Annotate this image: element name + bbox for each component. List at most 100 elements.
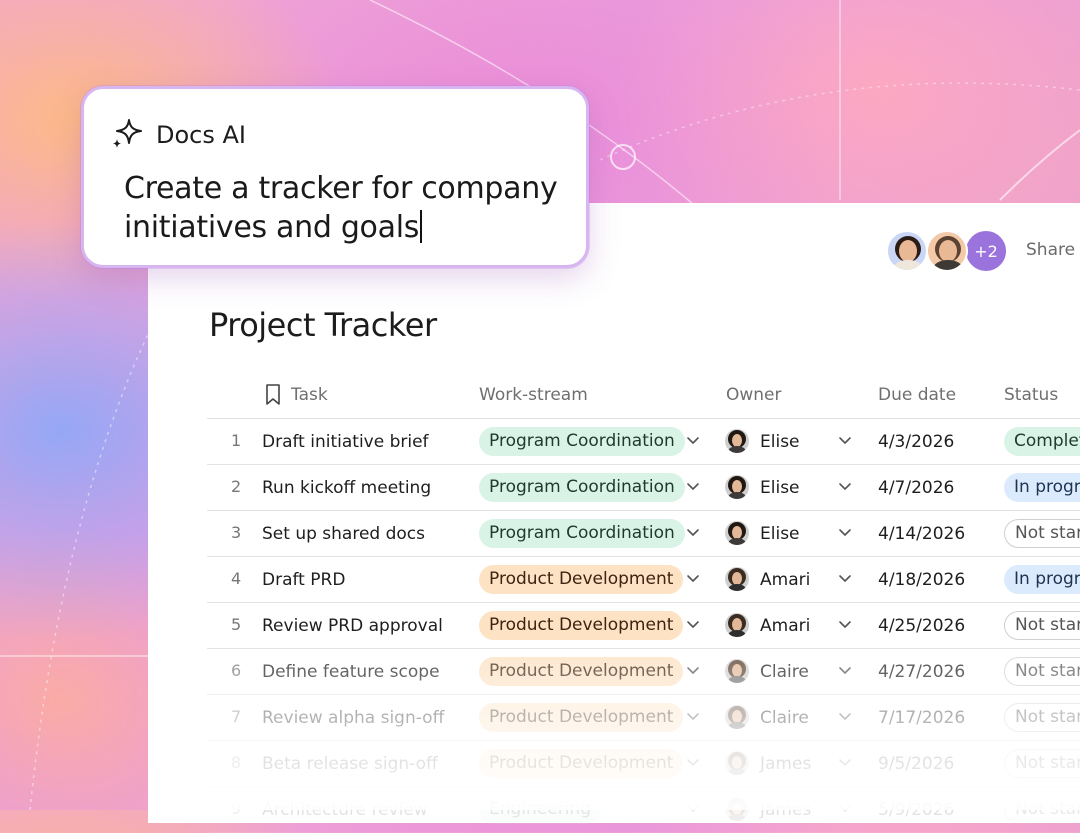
owner-name[interactable]: James — [760, 800, 811, 820]
column-header-workstream[interactable]: Work-stream — [479, 385, 588, 405]
column-header-task[interactable]: Task — [291, 385, 328, 405]
prompt-text: Create a tracker for company initiatives… — [124, 171, 558, 245]
row-number: 4 — [231, 569, 242, 588]
chevron-down-icon[interactable] — [838, 616, 852, 630]
status-badge[interactable]: Not start — [1004, 657, 1080, 686]
table-row[interactable]: 6 Define feature scope Product Development… — [207, 649, 1080, 695]
task-cell[interactable]: Run kickoff meeting — [262, 478, 431, 498]
row-number: 1 — [231, 431, 242, 450]
sparkle-icon — [110, 117, 144, 155]
table-header: Task Work-stream Owner Due date Status — [207, 372, 1080, 419]
workstream-tag[interactable]: Program Coordination — [479, 519, 685, 548]
status-badge[interactable]: Not start — [1004, 703, 1080, 732]
page-title: Project Tracker — [209, 306, 437, 344]
status-badge[interactable]: Not start — [1004, 749, 1080, 778]
due-date-cell[interactable]: 4/7/2026 — [878, 478, 954, 498]
due-date-cell[interactable]: 4/18/2026 — [878, 570, 965, 590]
due-date-cell[interactable]: 4/3/2026 — [878, 432, 954, 452]
chevron-down-icon[interactable] — [686, 708, 700, 722]
chevron-down-icon[interactable] — [838, 800, 852, 814]
table-row[interactable]: 5 Review PRD approval Product Development A… — [207, 603, 1080, 649]
workstream-tag[interactable]: Program Coordination — [479, 427, 685, 456]
chevron-down-icon[interactable] — [686, 754, 700, 768]
chevron-down-icon[interactable] — [686, 800, 700, 814]
row-number: 5 — [231, 615, 242, 634]
chevron-down-icon[interactable] — [838, 662, 852, 676]
task-cell[interactable]: Draft PRD — [262, 570, 345, 590]
owner-avatar — [725, 567, 749, 591]
column-header-due-date[interactable]: Due date — [878, 385, 956, 405]
tracker-table: Task Work-stream Owner Due date Status 1… — [207, 372, 1080, 833]
task-cell[interactable]: Architecture review — [262, 800, 428, 820]
status-badge[interactable]: In progre — [1004, 565, 1080, 594]
task-cell[interactable]: Review alpha sign-off — [262, 708, 444, 728]
collaborator-avatars[interactable]: +2 — [886, 229, 1008, 273]
owner-avatar — [725, 751, 749, 775]
chevron-down-icon[interactable] — [686, 478, 700, 492]
chevron-down-icon[interactable] — [838, 570, 852, 584]
task-cell[interactable]: Beta release sign-off — [262, 754, 438, 774]
due-date-cell[interactable]: 7/17/2026 — [878, 708, 965, 728]
due-date-cell[interactable]: 9/5/2026 — [878, 754, 954, 774]
share-button[interactable]: Share — [1026, 240, 1075, 260]
owner-avatar — [725, 797, 749, 821]
owner-avatar — [725, 659, 749, 683]
chevron-down-icon[interactable] — [686, 616, 700, 630]
column-header-status[interactable]: Status — [1004, 385, 1058, 405]
bookmark-icon — [265, 384, 281, 410]
table-row[interactable]: 3 Set up shared docs Program Coordination E… — [207, 511, 1080, 557]
chevron-down-icon[interactable] — [838, 754, 852, 768]
owner-name[interactable]: Elise — [760, 478, 800, 498]
status-badge[interactable]: In progre — [1004, 473, 1080, 502]
task-cell[interactable]: Set up shared docs — [262, 524, 425, 544]
owner-name[interactable]: Amari — [760, 616, 810, 636]
status-badge[interactable]: Not start — [1004, 611, 1080, 640]
workstream-tag[interactable]: Product Development — [479, 749, 684, 778]
docs-ai-prompt-card[interactable]: Docs AI Create a tracker for company ini… — [81, 86, 589, 268]
table-row[interactable]: 9 Architecture review Engineering James 5/9/… — [207, 787, 1080, 833]
chevron-down-icon[interactable] — [838, 524, 852, 538]
workstream-tag[interactable]: Program Coordination — [479, 473, 685, 502]
due-date-cell[interactable]: 4/27/2026 — [878, 662, 965, 682]
row-number: 2 — [231, 477, 242, 496]
row-number: 8 — [231, 753, 242, 772]
owner-avatar — [725, 521, 749, 545]
owner-name[interactable]: Elise — [760, 432, 800, 452]
owner-name[interactable]: Amari — [760, 570, 810, 590]
owner-name[interactable]: Claire — [760, 708, 809, 728]
prompt-input[interactable]: Create a tracker for company initiatives… — [124, 169, 574, 247]
chevron-down-icon[interactable] — [838, 708, 852, 722]
table-row[interactable]: 8 Beta release sign-off Product Developmen… — [207, 741, 1080, 787]
task-cell[interactable]: Review PRD approval — [262, 616, 443, 636]
chevron-down-icon[interactable] — [686, 524, 700, 538]
workstream-tag[interactable]: Product Development — [479, 657, 684, 686]
due-date-cell[interactable]: 4/14/2026 — [878, 524, 965, 544]
workstream-tag[interactable]: Product Development — [479, 703, 684, 732]
due-date-cell[interactable]: 4/25/2026 — [878, 616, 965, 636]
owner-name[interactable]: Elise — [760, 524, 800, 544]
chevron-down-icon[interactable] — [686, 432, 700, 446]
avatar[interactable] — [886, 230, 928, 272]
owner-avatar — [725, 705, 749, 729]
owner-avatar — [725, 429, 749, 453]
status-badge[interactable]: Complet — [1004, 427, 1080, 456]
due-date-cell[interactable]: 5/9/2026 — [878, 800, 954, 820]
table-row[interactable]: 1 Draft initiative brief Program Coordinat… — [207, 419, 1080, 465]
task-cell[interactable]: Draft initiative brief — [262, 432, 429, 452]
status-badge[interactable]: Not start — [1004, 519, 1080, 548]
column-header-owner[interactable]: Owner — [726, 385, 782, 405]
owner-name[interactable]: Claire — [760, 662, 809, 682]
table-row[interactable]: 2 Run kickoff meeting Program Coordination… — [207, 465, 1080, 511]
chevron-down-icon[interactable] — [686, 662, 700, 676]
table-row[interactable]: 4 Draft PRD Product Development Amari 4/18/2… — [207, 557, 1080, 603]
chevron-down-icon[interactable] — [838, 478, 852, 492]
chevron-down-icon[interactable] — [686, 570, 700, 584]
avatar[interactable] — [926, 230, 968, 272]
workstream-tag[interactable]: Product Development — [479, 611, 684, 640]
more-collaborators-badge[interactable]: +2 — [964, 229, 1008, 273]
owner-name[interactable]: James — [760, 754, 811, 774]
table-row[interactable]: 7 Review alpha sign-off Product Developmen… — [207, 695, 1080, 741]
task-cell[interactable]: Define feature scope — [262, 662, 440, 682]
workstream-tag[interactable]: Product Development — [479, 565, 684, 594]
chevron-down-icon[interactable] — [838, 432, 852, 446]
